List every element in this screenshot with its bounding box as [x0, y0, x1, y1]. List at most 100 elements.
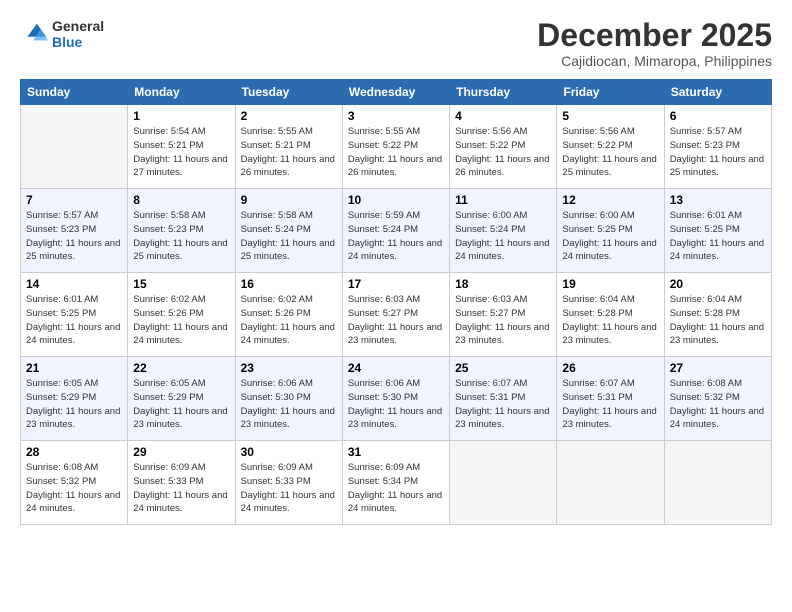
day-info: Sunrise: 5:59 AMSunset: 5:24 PMDaylight:…: [348, 209, 444, 264]
table-row: 24 Sunrise: 6:06 AMSunset: 5:30 PMDayligh…: [342, 357, 449, 441]
table-row: 21Sunrise: 6:05 AMSunset: 5:29 PMDayligh…: [21, 357, 128, 441]
calendar-week-row: 28Sunrise: 6:08 AMSunset: 5:32 PMDayligh…: [21, 441, 772, 525]
table-row: 20 Sunrise: 6:04 AMSunset: 5:28 PMDayligh…: [664, 273, 771, 357]
table-row: 31 Sunrise: 6:09 AMSunset: 5:34 PMDayligh…: [342, 441, 449, 525]
table-row: 27 Sunrise: 6:08 AMSunset: 5:32 PMDayligh…: [664, 357, 771, 441]
day-number: 11: [455, 193, 551, 207]
day-info: Sunrise: 6:07 AMSunset: 5:31 PMDaylight:…: [455, 377, 551, 432]
day-number: 3: [348, 109, 444, 123]
day-info: Sunrise: 5:55 AMSunset: 5:21 PMDaylight:…: [241, 125, 337, 180]
day-number: 13: [670, 193, 766, 207]
table-row: 5 Sunrise: 5:56 AMSunset: 5:22 PMDaylight…: [557, 105, 664, 189]
day-info: Sunrise: 6:09 AMSunset: 5:34 PMDaylight:…: [348, 461, 444, 516]
day-info: Sunrise: 5:57 AMSunset: 5:23 PMDaylight:…: [670, 125, 766, 180]
day-number: 30: [241, 445, 337, 459]
table-row: 13 Sunrise: 6:01 AMSunset: 5:25 PMDayligh…: [664, 189, 771, 273]
day-number: 18: [455, 277, 551, 291]
day-info: Sunrise: 6:08 AMSunset: 5:32 PMDaylight:…: [670, 377, 766, 432]
table-row: 2 Sunrise: 5:55 AMSunset: 5:21 PMDaylight…: [235, 105, 342, 189]
table-row: 28Sunrise: 6:08 AMSunset: 5:32 PMDayligh…: [21, 441, 128, 525]
day-info: Sunrise: 5:58 AMSunset: 5:24 PMDaylight:…: [241, 209, 337, 264]
table-row: 11Sunrise: 6:00 AMSunset: 5:24 PMDayligh…: [450, 189, 557, 273]
day-number: 17: [348, 277, 444, 291]
day-number: 8: [133, 193, 229, 207]
day-info: Sunrise: 6:04 AMSunset: 5:28 PMDaylight:…: [670, 293, 766, 348]
day-number: 6: [670, 109, 766, 123]
header-sunday: Sunday: [21, 80, 128, 105]
calendar-page: General Blue December 2025 Cajidiocan, M…: [0, 0, 792, 612]
table-row: 6 Sunrise: 5:57 AMSunset: 5:23 PMDaylight…: [664, 105, 771, 189]
day-info: Sunrise: 6:09 AMSunset: 5:33 PMDaylight:…: [133, 461, 229, 516]
day-info: Sunrise: 6:03 AMSunset: 5:27 PMDaylight:…: [455, 293, 551, 348]
day-info: Sunrise: 6:02 AMSunset: 5:26 PMDaylight:…: [241, 293, 337, 348]
header-thursday: Thursday: [450, 80, 557, 105]
day-number: 23: [241, 361, 337, 375]
day-number: 24: [348, 361, 444, 375]
header: General Blue December 2025 Cajidiocan, M…: [20, 18, 772, 69]
table-row: 12 Sunrise: 6:00 AMSunset: 5:25 PMDayligh…: [557, 189, 664, 273]
day-number: 5: [562, 109, 658, 123]
table-row: 14Sunrise: 6:01 AMSunset: 5:25 PMDayligh…: [21, 273, 128, 357]
table-row: 7Sunrise: 5:57 AMSunset: 5:23 PMDaylight…: [21, 189, 128, 273]
calendar-week-row: 21 Sunrise: 6:05 AMSunset: 5:29 PMDayligh…: [21, 357, 772, 441]
day-info: Sunrise: 6:07 AMSunset: 5:31 PMDaylight:…: [562, 377, 658, 432]
table-row: 26Sunrise: 6:07 AMSunset: 5:31 PMDayligh…: [557, 357, 664, 441]
table-row: [450, 441, 557, 525]
table-row: 19 Sunrise: 6:04 AMSunset: 5:28 PMDayligh…: [557, 273, 664, 357]
page-subtitle: Cajidiocan, Mimaropa, Philippines: [537, 53, 772, 69]
table-row: 23Sunrise: 6:06 AMSunset: 5:30 PMDayligh…: [235, 357, 342, 441]
day-number: 27: [670, 361, 766, 375]
table-row: [21, 105, 128, 189]
day-number: 29: [133, 445, 229, 459]
table-row: 8 Sunrise: 5:58 AMSunset: 5:23 PMDaylight…: [128, 189, 235, 273]
header-friday: Friday: [557, 80, 664, 105]
table-row: [557, 441, 664, 525]
day-number: 9: [241, 193, 337, 207]
day-number: 21: [26, 361, 122, 375]
calendar-week-row: 14Sunrise: 6:01 AMSunset: 5:25 PMDayligh…: [21, 273, 772, 357]
header-tuesday: Tuesday: [235, 80, 342, 105]
table-row: 29 Sunrise: 6:09 AMSunset: 5:33 PMDayligh…: [128, 441, 235, 525]
day-number: 7: [26, 193, 122, 207]
day-number: 20: [670, 277, 766, 291]
day-info: Sunrise: 5:55 AMSunset: 5:22 PMDaylight:…: [348, 125, 444, 180]
day-info: Sunrise: 6:00 AMSunset: 5:25 PMDaylight:…: [562, 209, 658, 264]
table-row: 15Sunrise: 6:02 AMSunset: 5:26 PMDayligh…: [128, 273, 235, 357]
day-info: Sunrise: 5:56 AMSunset: 5:22 PMDaylight:…: [562, 125, 658, 180]
day-number: 16: [241, 277, 337, 291]
day-info: Sunrise: 5:58 AMSunset: 5:23 PMDaylight:…: [133, 209, 229, 264]
header-saturday: Saturday: [664, 80, 771, 105]
day-number: 2: [241, 109, 337, 123]
table-row: 16 Sunrise: 6:02 AMSunset: 5:26 PMDayligh…: [235, 273, 342, 357]
day-info: Sunrise: 6:03 AMSunset: 5:27 PMDaylight:…: [348, 293, 444, 348]
table-row: 4Sunrise: 5:56 AMSunset: 5:22 PMDaylight…: [450, 105, 557, 189]
day-number: 10: [348, 193, 444, 207]
calendar-week-row: 1 Sunrise: 5:54 AMSunset: 5:21 PMDaylight…: [21, 105, 772, 189]
table-row: 18 Sunrise: 6:03 AMSunset: 5:27 PMDayligh…: [450, 273, 557, 357]
day-number: 1: [133, 109, 229, 123]
day-info: Sunrise: 6:02 AMSunset: 5:26 PMDaylight:…: [133, 293, 229, 348]
table-row: 1 Sunrise: 5:54 AMSunset: 5:21 PMDaylight…: [128, 105, 235, 189]
table-row: 30Sunrise: 6:09 AMSunset: 5:33 PMDayligh…: [235, 441, 342, 525]
day-info: Sunrise: 6:04 AMSunset: 5:28 PMDaylight:…: [562, 293, 658, 348]
logo: General Blue: [20, 18, 104, 50]
table-row: 17 Sunrise: 6:03 AMSunset: 5:27 PMDayligh…: [342, 273, 449, 357]
day-number: 12: [562, 193, 658, 207]
day-number: 31: [348, 445, 444, 459]
calendar-header-row: Sunday Monday Tuesday Wednesday Thursday…: [21, 80, 772, 105]
day-number: 22: [133, 361, 229, 375]
day-info: Sunrise: 6:06 AMSunset: 5:30 PMDaylight:…: [348, 377, 444, 432]
table-row: [664, 441, 771, 525]
day-info: Sunrise: 6:01 AMSunset: 5:25 PMDaylight:…: [670, 209, 766, 264]
day-info: Sunrise: 5:54 AMSunset: 5:21 PMDaylight:…: [133, 125, 229, 180]
calendar-week-row: 7Sunrise: 5:57 AMSunset: 5:23 PMDaylight…: [21, 189, 772, 273]
logo-icon: [20, 20, 48, 48]
page-title: December 2025: [537, 18, 772, 53]
table-row: 10 Sunrise: 5:59 AMSunset: 5:24 PMDayligh…: [342, 189, 449, 273]
table-row: 3 Sunrise: 5:55 AMSunset: 5:22 PMDaylight…: [342, 105, 449, 189]
header-wednesday: Wednesday: [342, 80, 449, 105]
day-number: 19: [562, 277, 658, 291]
day-info: Sunrise: 6:05 AMSunset: 5:29 PMDaylight:…: [133, 377, 229, 432]
day-number: 4: [455, 109, 551, 123]
day-info: Sunrise: 6:08 AMSunset: 5:32 PMDaylight:…: [26, 461, 122, 516]
